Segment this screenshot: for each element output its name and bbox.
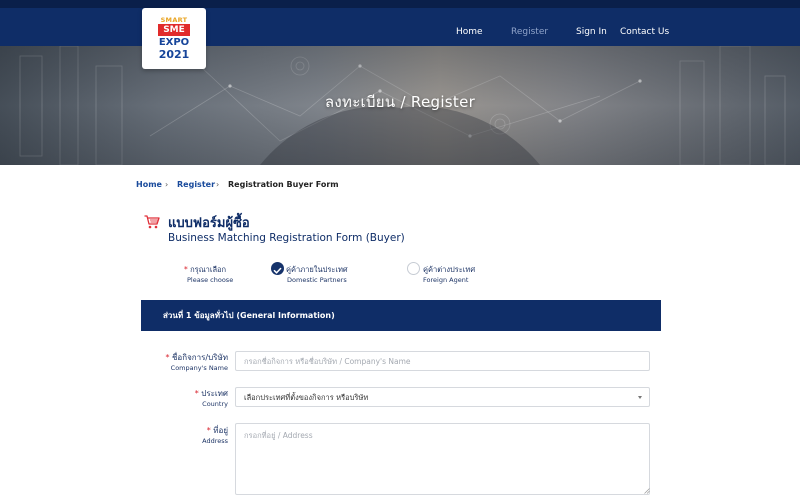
required-mark: * bbox=[165, 353, 170, 362]
nav-register[interactable]: Register bbox=[511, 22, 548, 42]
section-general-information: ส่วนที่ 1 ข้อมูลทั่วไป (General Informat… bbox=[141, 300, 661, 331]
breadcrumb-separator: › bbox=[165, 180, 169, 189]
country-label-en: Country bbox=[202, 400, 228, 408]
buyer-type-prompt: * กรุณาเลือก bbox=[184, 264, 226, 276]
nav-contact-us[interactable]: Contact Us bbox=[620, 22, 669, 42]
buyer-type-prompt-th: กรุณาเลือก bbox=[190, 265, 227, 274]
nav-home[interactable]: Home bbox=[456, 22, 483, 42]
logo-line2: SME bbox=[158, 24, 190, 36]
breadcrumb-current: Registration Buyer Form bbox=[228, 180, 339, 189]
country-label-th: ประเทศ bbox=[201, 389, 228, 398]
page: Home Register Sign In Contact Us SMART S… bbox=[0, 0, 800, 500]
logo-line1: SMART bbox=[160, 16, 188, 24]
company-label: * ชื่อกิจการ/บริษัท bbox=[165, 351, 228, 364]
section-title: ส่วนที่ 1 ข้อมูลทั่วไป (General Informat… bbox=[163, 311, 335, 320]
top-navbar: Home Register Sign In Contact Us bbox=[0, 0, 800, 46]
address-textarea[interactable] bbox=[235, 423, 650, 495]
company-label-en: Company's Name bbox=[170, 364, 228, 372]
required-mark: * bbox=[206, 426, 211, 435]
chevron-down-icon bbox=[638, 396, 642, 399]
address-label-en: Address bbox=[202, 437, 228, 445]
nav-sign-in[interactable]: Sign In bbox=[576, 22, 607, 42]
option-foreign-en[interactable]: Foreign Agent bbox=[423, 276, 468, 284]
option-domestic-en[interactable]: Domestic Partners bbox=[287, 276, 347, 284]
address-label: * ที่อยู่ bbox=[207, 424, 228, 437]
breadcrumb-separator: › bbox=[216, 180, 220, 189]
cart-icon bbox=[144, 215, 160, 229]
option-domestic-th[interactable]: คู่ค้าภายในประเทศ bbox=[286, 264, 348, 276]
resize-grip-icon[interactable] bbox=[644, 488, 650, 494]
form-title-th: แบบฟอร์มผู้ซื้อ bbox=[168, 216, 250, 231]
check-icon bbox=[273, 267, 282, 274]
country-select[interactable]: เลือกประเทศที่ตั้งของกิจการ หรือบริษัท bbox=[235, 387, 650, 407]
company-label-th: ชื่อกิจการ/บริษัท bbox=[171, 353, 228, 362]
logo-line3: EXPO bbox=[158, 37, 190, 48]
buyer-type-prompt-en: Please choose bbox=[187, 276, 234, 284]
required-mark: * bbox=[184, 265, 188, 274]
country-label: * ประเทศ bbox=[195, 387, 228, 400]
company-name-input[interactable] bbox=[235, 351, 650, 371]
hero-title: ลงทะเบียน / Register bbox=[324, 93, 476, 111]
form-title-en: Business Matching Registration Form (Buy… bbox=[168, 232, 405, 244]
country-select-value: เลือกประเทศที่ตั้งของกิจการ หรือบริษัท bbox=[244, 393, 369, 402]
logo-line4: 2021 bbox=[158, 48, 190, 61]
site-logo[interactable]: SMART SME EXPO 2021 bbox=[142, 8, 206, 69]
hero-banner: ลงทะเบียน / Register bbox=[0, 46, 800, 165]
breadcrumb-home[interactable]: Home bbox=[136, 179, 162, 191]
radio-domestic-partners[interactable] bbox=[271, 262, 284, 275]
address-label-th: ที่อยู่ bbox=[213, 426, 228, 435]
option-foreign-th[interactable]: คู่ค้าต่างประเทศ bbox=[423, 264, 475, 276]
radio-foreign-agent[interactable] bbox=[407, 262, 420, 275]
breadcrumb-register[interactable]: Register bbox=[177, 179, 215, 191]
required-mark: * bbox=[194, 389, 199, 398]
